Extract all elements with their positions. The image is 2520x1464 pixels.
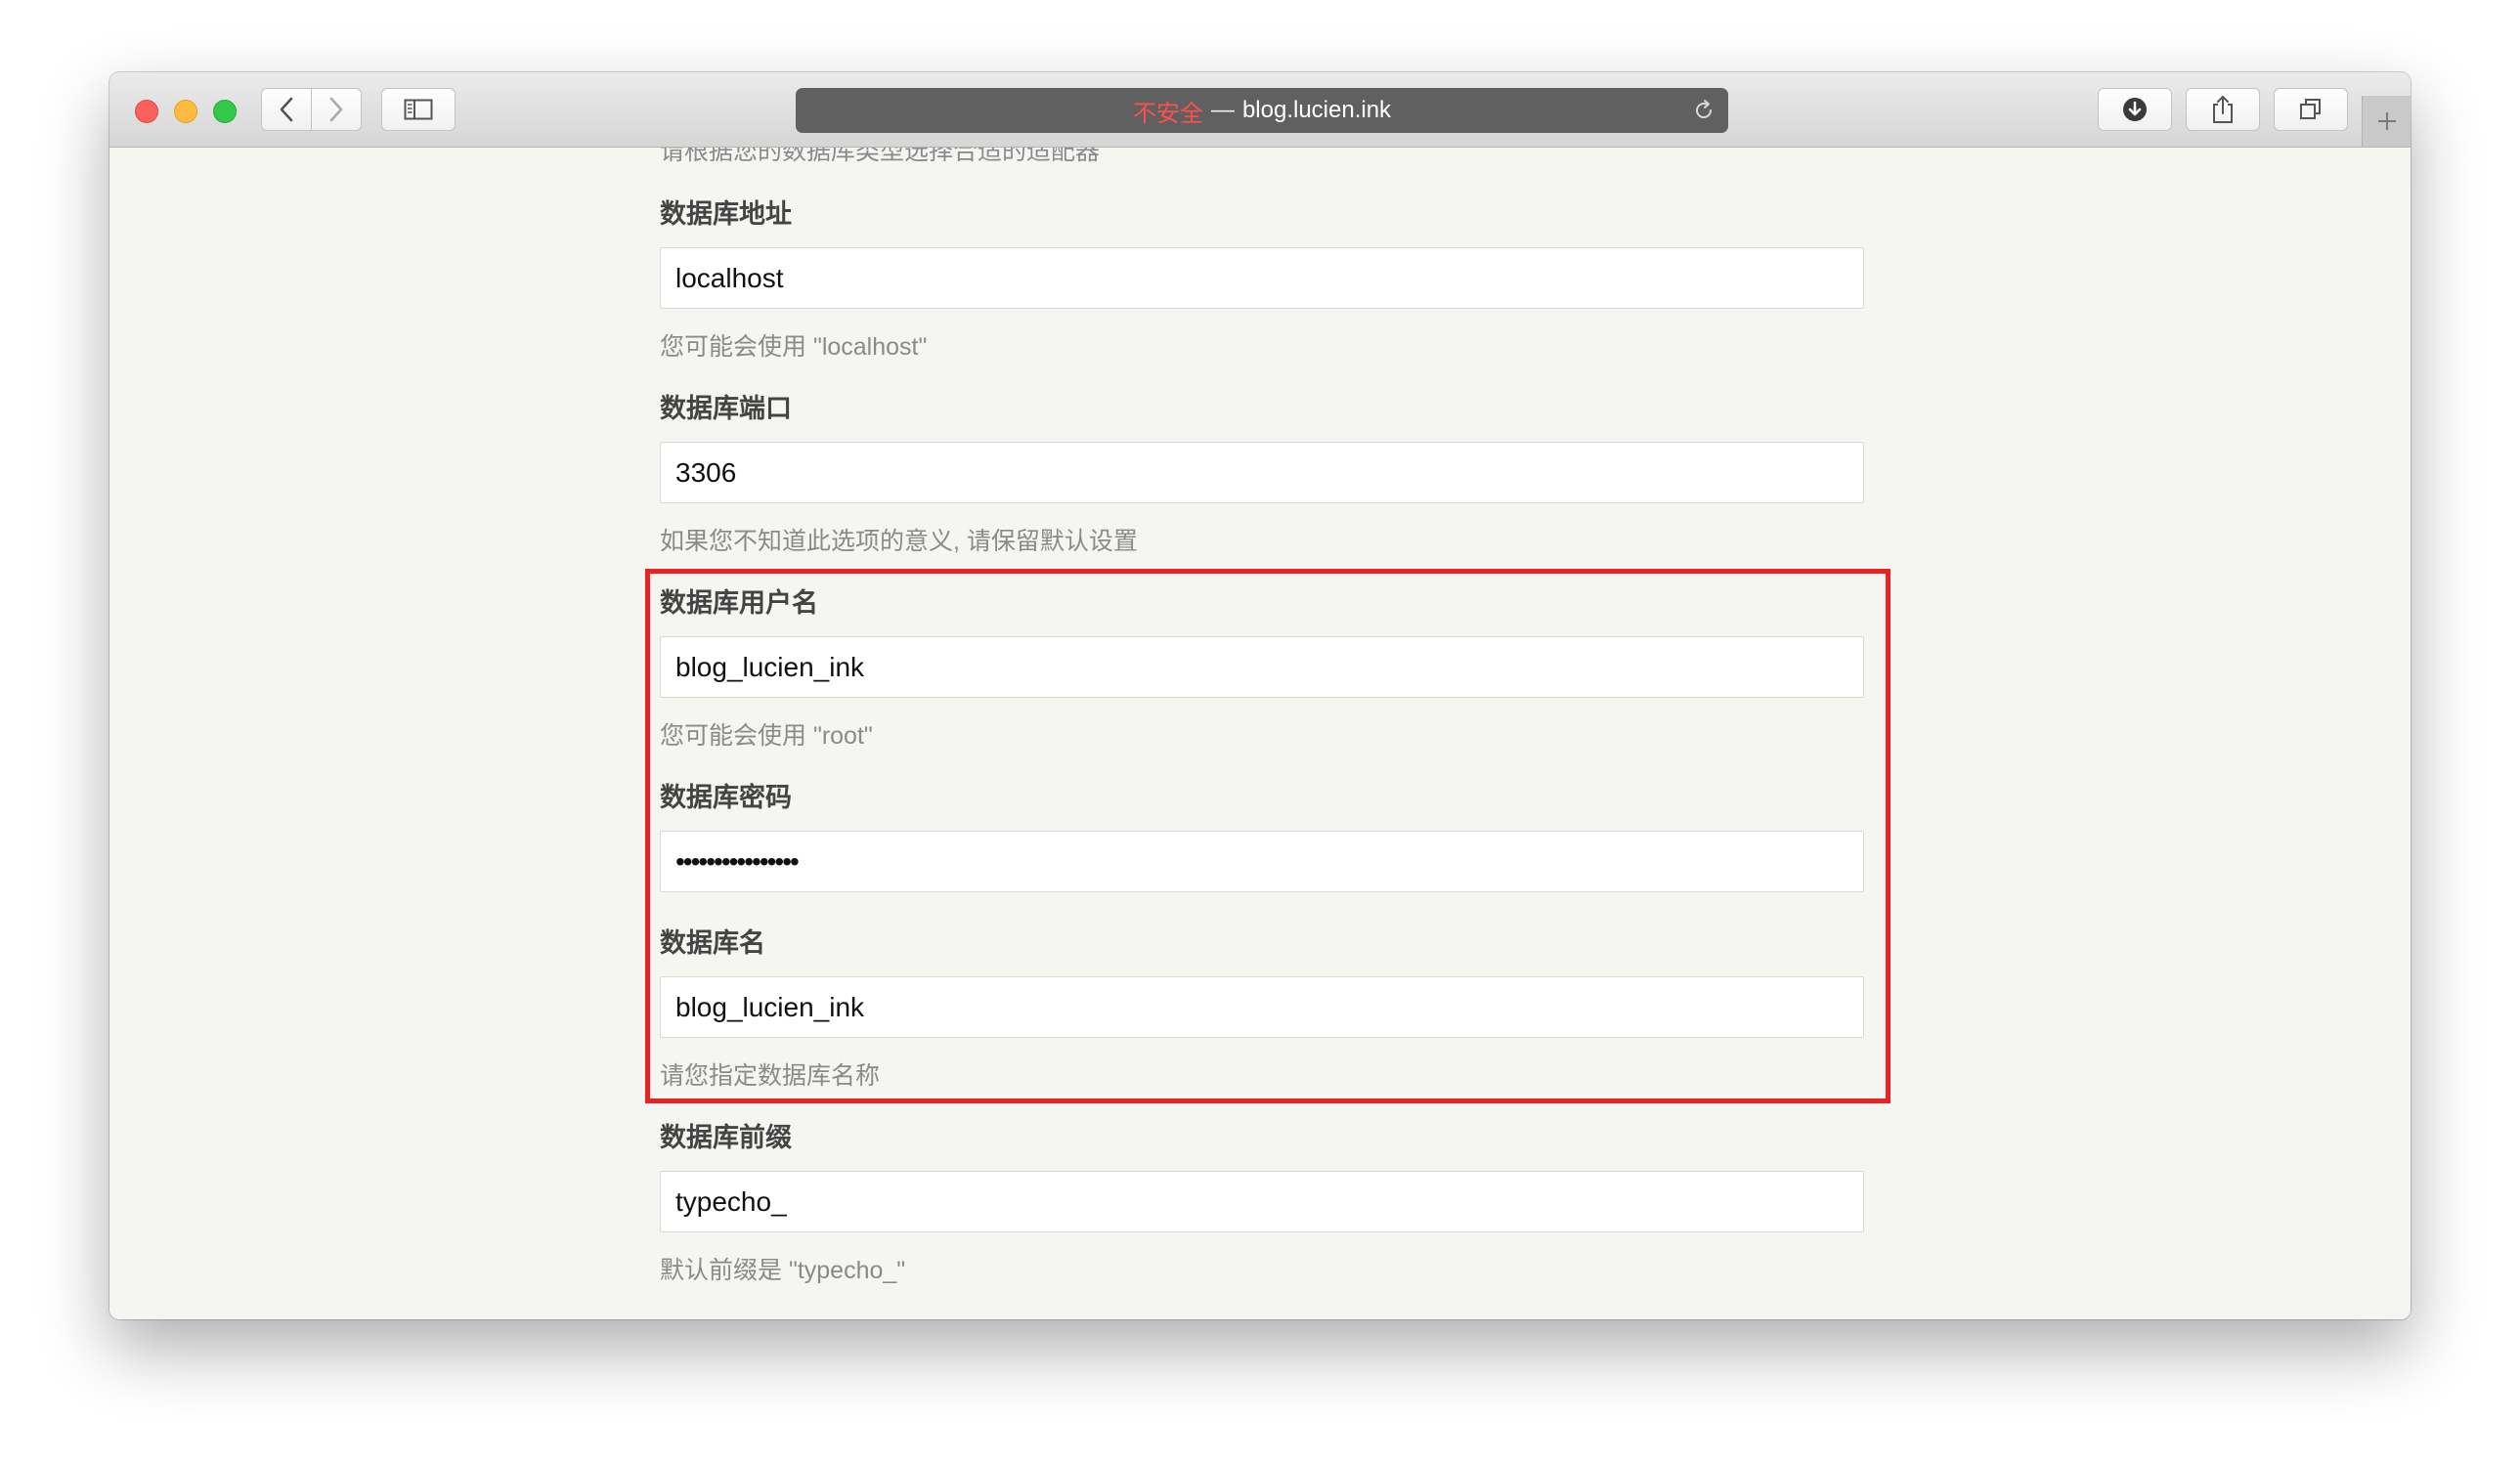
plus-icon xyxy=(2378,112,2396,130)
db-prefix-input[interactable]: typecho_ xyxy=(660,1171,1864,1232)
back-button[interactable] xyxy=(261,88,312,131)
downloads-button[interactable] xyxy=(2098,88,2172,131)
db-prefix-help: 默认前缀是 "typecho_" xyxy=(660,1257,906,1284)
db-name-input[interactable]: blog_lucien_ink xyxy=(660,976,1864,1038)
reload-icon xyxy=(1696,100,1713,119)
browser-window: 不安全 — blog.lucien.ink 请根据您的数据库类型选择合适的适配器… xyxy=(109,72,2411,1319)
chevron-right-icon xyxy=(329,97,343,122)
share-button[interactable] xyxy=(2186,88,2260,131)
db-user-input[interactable]: blog_lucien_ink xyxy=(660,636,1864,698)
maximize-window-button[interactable] xyxy=(213,100,237,123)
sidebar-icon xyxy=(404,99,433,120)
adapter-help-text: 请根据您的数据库类型选择合适的适配器 xyxy=(660,148,1101,165)
db-host-help: 您可能会使用 "localhost" xyxy=(660,333,928,361)
address-separator: — xyxy=(1210,97,1235,123)
page-content: 请根据您的数据库类型选择合适的适配器 数据库地址 localhost 您可能会使… xyxy=(109,148,2411,1319)
db-host-input[interactable]: localhost xyxy=(660,247,1864,309)
sidebar-button[interactable] xyxy=(381,88,456,131)
chevron-left-icon xyxy=(280,97,293,122)
db-name-label: 数据库名 xyxy=(660,928,765,958)
forward-button[interactable] xyxy=(311,88,362,131)
db-port-label: 数据库端口 xyxy=(660,394,792,423)
address-bar[interactable]: 不安全 — blog.lucien.ink xyxy=(796,88,1728,133)
db-name-help: 请您指定数据库名称 xyxy=(660,1062,881,1090)
share-icon xyxy=(2213,96,2233,123)
tabs-overview-icon xyxy=(2300,99,2321,119)
reload-button[interactable] xyxy=(1691,98,1716,123)
db-password-input[interactable]: •••••••••••••••• xyxy=(660,831,1864,892)
db-port-input[interactable]: 3306 xyxy=(660,442,1864,503)
db-password-label: 数据库密码 xyxy=(660,783,792,812)
browser-toolbar: 不安全 — blog.lucien.ink xyxy=(109,72,2411,148)
close-window-button[interactable] xyxy=(135,100,158,123)
address-host: blog.lucien.ink xyxy=(1241,97,1392,123)
db-prefix-label: 数据库前缀 xyxy=(660,1123,792,1152)
download-icon xyxy=(2123,98,2147,121)
db-port-help: 如果您不知道此选项的意义, 请保留默认设置 xyxy=(660,528,1138,555)
db-user-label: 数据库用户名 xyxy=(660,588,818,618)
new-tab-button[interactable] xyxy=(2362,96,2411,147)
db-host-label: 数据库地址 xyxy=(660,199,792,229)
not-secure-label: 不安全 xyxy=(1132,100,1203,127)
tab-overview-button[interactable] xyxy=(2274,88,2348,131)
db-user-help: 您可能会使用 "root" xyxy=(660,722,873,750)
minimize-window-button[interactable] xyxy=(174,100,197,123)
